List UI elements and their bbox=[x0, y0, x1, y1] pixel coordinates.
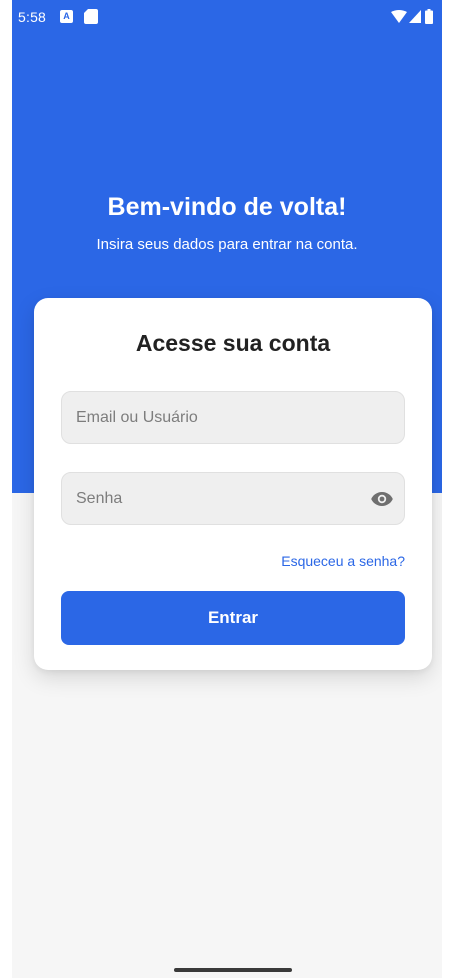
email-field[interactable] bbox=[62, 392, 404, 443]
email-field-container bbox=[61, 391, 405, 444]
password-field[interactable] bbox=[62, 473, 404, 524]
welcome-title: Bem-vindo de volta! bbox=[107, 193, 347, 221]
wifi-icon bbox=[391, 10, 407, 23]
sd-card-icon bbox=[84, 9, 98, 24]
forgot-password-link[interactable]: Esqueceu a senha? bbox=[281, 553, 405, 569]
password-field-container bbox=[61, 472, 405, 525]
login-card: Acesse sua conta Esqueceu a senha? Entra… bbox=[34, 298, 432, 670]
home-indicator[interactable] bbox=[174, 968, 292, 972]
login-button[interactable]: Entrar bbox=[61, 591, 405, 645]
eye-icon[interactable] bbox=[370, 487, 394, 511]
login-card-title: Acesse sua conta bbox=[135, 330, 331, 356]
app-screen: 5:58 A Bem-vindo de volta! Insira seus d… bbox=[12, 0, 442, 978]
a-icon: A bbox=[60, 10, 73, 23]
signal-icon bbox=[409, 10, 421, 23]
status-time: 5:58 bbox=[18, 9, 47, 25]
welcome-subtitle: Insira seus dados para entrar na conta. bbox=[96, 236, 358, 253]
status-bar: 5:58 A bbox=[12, 0, 442, 34]
battery-icon bbox=[425, 9, 433, 24]
